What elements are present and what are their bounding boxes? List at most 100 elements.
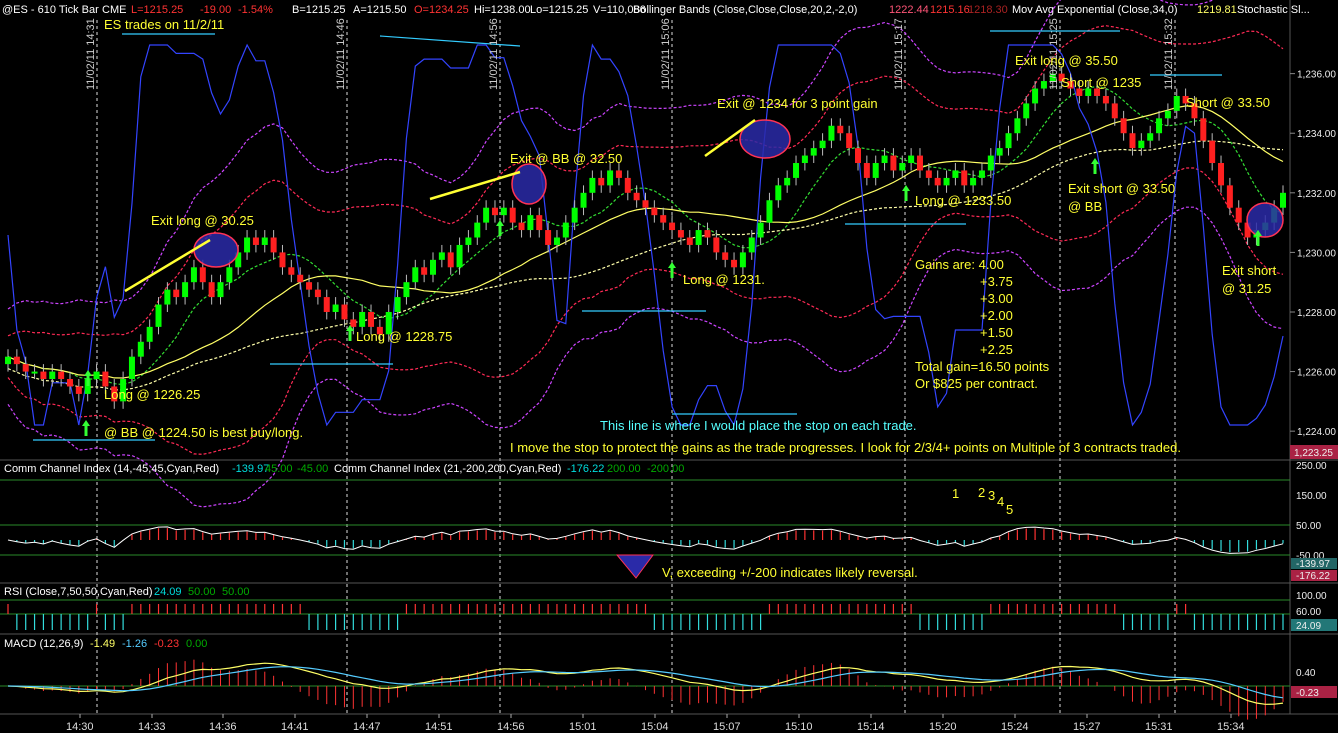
candle xyxy=(846,133,853,149)
candle xyxy=(447,252,454,268)
candle xyxy=(297,274,304,283)
candle xyxy=(881,155,888,164)
candle xyxy=(1218,163,1225,186)
time-tick-label: 14:41 xyxy=(281,721,309,733)
candle xyxy=(978,170,985,178)
cci-num-5: 5 xyxy=(1006,502,1013,517)
label-short-1235: Short @ 1235 xyxy=(1061,75,1141,90)
candle xyxy=(49,371,56,380)
indicator-tick-label: 24.09 xyxy=(1296,621,1321,632)
candle xyxy=(1129,133,1136,149)
candle xyxy=(208,282,215,298)
candle xyxy=(757,222,764,238)
bollinger-value-1: 1222.44 xyxy=(889,4,929,16)
candle xyxy=(306,282,313,290)
candle xyxy=(996,148,1003,156)
candle xyxy=(1120,118,1127,134)
candle xyxy=(22,364,29,372)
candle xyxy=(244,237,251,253)
candle xyxy=(323,297,330,312)
candle xyxy=(837,125,844,134)
candle xyxy=(1147,133,1154,141)
stop-note: This line is where I would place the sto… xyxy=(600,418,917,433)
candle xyxy=(651,207,658,216)
rsi-value-1: 24.09 xyxy=(154,586,182,598)
label-exit-short-a: Exit short xyxy=(1222,263,1277,278)
cci-note: V, exceeding +/-200 indicates likely rev… xyxy=(662,565,918,580)
candle xyxy=(137,341,144,357)
cci2-value-3: -200.00 xyxy=(647,463,684,475)
price-tick-label: 1,232.00 xyxy=(1297,189,1336,200)
rsi-label: RSI (Close,7,50,50,Cyan,Red) xyxy=(4,586,153,598)
candle xyxy=(916,155,923,171)
candle xyxy=(819,140,826,149)
candle xyxy=(128,356,135,380)
candle xyxy=(1023,103,1030,119)
candle xyxy=(1280,192,1286,208)
label-bb-best: @ BB @ 1224.50 is best buy/long. xyxy=(104,425,303,440)
candle xyxy=(1014,118,1021,134)
price-tick-label: 1,230.00 xyxy=(1297,248,1336,259)
time-tick-label: 15:24 xyxy=(1001,721,1029,733)
label-exit-1234: Exit @ 1234 for 3 point gain xyxy=(717,96,878,111)
price-tick-label: 1,236.00 xyxy=(1297,70,1336,81)
candle xyxy=(421,267,428,275)
candle xyxy=(146,326,153,342)
candle xyxy=(642,200,649,208)
bid-price: B=1215.25 xyxy=(292,4,346,16)
time-tick-label: 14:33 xyxy=(138,721,166,733)
candle xyxy=(527,215,534,231)
candle xyxy=(93,371,100,380)
time-tick-label: 15:14 xyxy=(857,721,885,733)
indicator-tick-label: 50.00 xyxy=(1296,521,1321,532)
time-tick-label: 14:56 xyxy=(497,721,525,733)
cci-value-2: 45.00 xyxy=(265,463,293,475)
last-price: L=1215.25 xyxy=(131,4,183,16)
chart-title: ES trades on 11/2/11 xyxy=(104,17,224,32)
time-tick-label: 14:51 xyxy=(425,721,453,733)
price-tick-label: 1,228.00 xyxy=(1297,308,1336,319)
exchange-label: CME xyxy=(102,4,126,16)
time-tick-label: 15:20 xyxy=(929,721,957,733)
candle xyxy=(66,379,73,387)
gain-1: +3.75 xyxy=(980,274,1013,289)
candle xyxy=(943,177,950,186)
label-at-bb: @ BB xyxy=(1068,199,1102,214)
candle xyxy=(855,148,861,164)
date-marker-label: 11/02/11 14:46 xyxy=(335,18,347,90)
rsi-value-2: 50.00 xyxy=(188,586,216,598)
price-tick-label: 1,226.00 xyxy=(1297,368,1336,379)
candle xyxy=(934,177,941,186)
candle xyxy=(368,311,375,327)
trade-circle-2 xyxy=(511,163,547,205)
candle xyxy=(270,237,277,253)
candle xyxy=(332,304,339,312)
label-long-122875: Long @ 1228.75 xyxy=(356,329,452,344)
candle xyxy=(828,125,835,141)
candle xyxy=(775,185,782,201)
candle xyxy=(403,282,410,298)
candle xyxy=(536,215,543,231)
candle xyxy=(199,267,206,283)
indicator-tick-label: 250.00 xyxy=(1296,461,1327,472)
candle xyxy=(872,163,879,178)
candle xyxy=(961,170,968,186)
label-exit-short-3350: Exit short @ 33.50 xyxy=(1068,181,1175,196)
move-stop-note: I move the stop to protect the gains as … xyxy=(510,440,1181,455)
candle xyxy=(899,163,906,171)
candle xyxy=(695,230,702,245)
gains-title: Gains are: 4.00 xyxy=(915,257,1004,272)
macd-value-1: -1.49 xyxy=(90,638,115,650)
candle xyxy=(288,267,295,275)
indicator-tick-label: 100.00 xyxy=(1296,591,1327,602)
candle xyxy=(925,170,932,178)
indicator-tick-label: -0.23 xyxy=(1296,688,1319,699)
price-tick-label: 1,224.00 xyxy=(1297,427,1336,438)
symbol-label: @ES - 610 Tick Bar xyxy=(2,4,99,16)
label-short-3350: Short @ 33.50 xyxy=(1186,95,1270,110)
indicator-tick-label: -176.22 xyxy=(1296,571,1330,582)
candle xyxy=(810,148,817,156)
candle xyxy=(31,371,38,374)
candle xyxy=(793,163,800,178)
date-marker-label: 11/02/11 15:32 xyxy=(1163,18,1175,90)
